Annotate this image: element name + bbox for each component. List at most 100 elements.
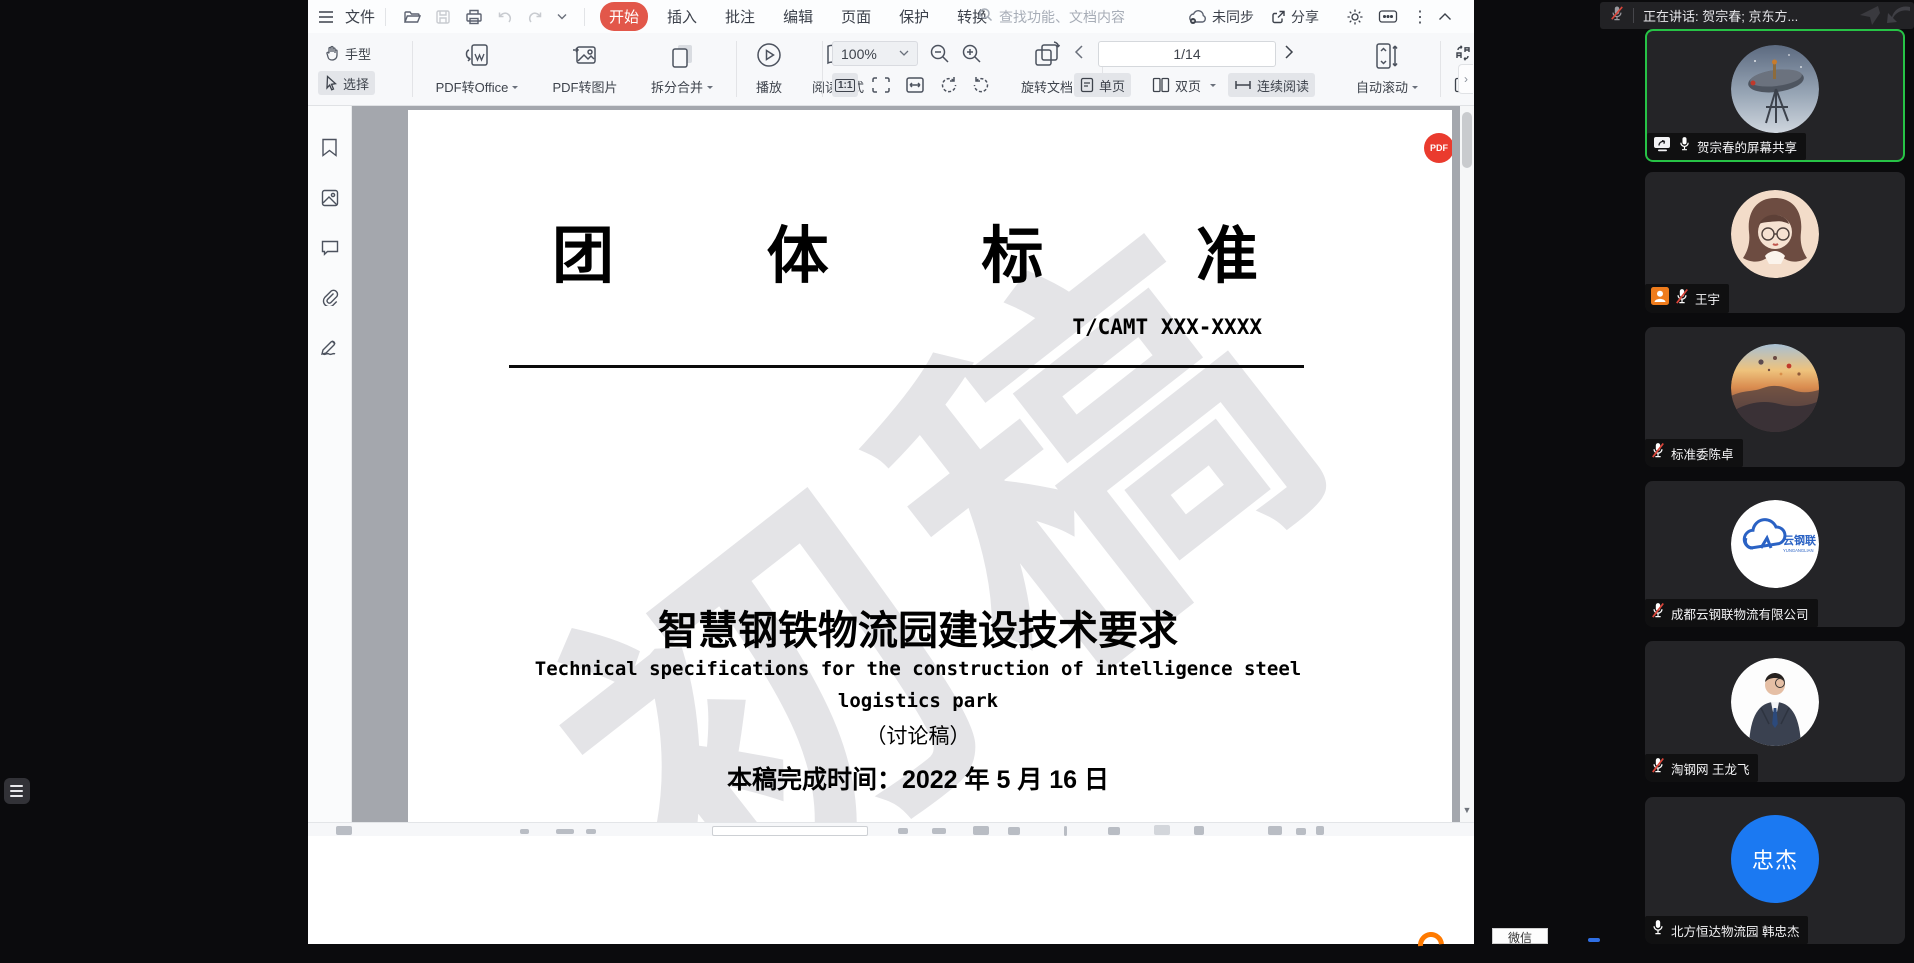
bottom-search-fragment <box>712 826 868 836</box>
divider <box>1633 8 1634 23</box>
auto-scroll-button[interactable]: 自动滚动 <box>1342 37 1432 101</box>
hand-tool-button[interactable]: 手型 <box>318 41 377 65</box>
select-tool-button[interactable]: 选择 <box>318 71 375 95</box>
pdf-to-image-button[interactable]: PDF转图片 <box>542 37 628 101</box>
scrollbar-down-arrow[interactable]: ▼ <box>1462 804 1472 816</box>
tab-home[interactable]: 开始 <box>600 2 648 31</box>
undo-icon[interactable] <box>497 10 513 24</box>
search-icon <box>978 7 993 27</box>
search-input[interactable] <box>999 9 1159 25</box>
word-translate-button[interactable]: 划词 <box>1448 41 1474 65</box>
attachment-icon[interactable] <box>320 288 339 311</box>
continuous-reading-button[interactable]: 连续阅读 <box>1228 73 1315 97</box>
standard-number: T/CAMT XXX-XXXX <box>408 315 1452 339</box>
feedback-comment-icon[interactable] <box>1378 0 1398 33</box>
participant-tile[interactable]: 忠杰 北方恒达物流园 韩忠杰 <box>1645 797 1905 944</box>
svg-text:YUNGANGLIAN: YUNGANGLIAN <box>1783 548 1813 553</box>
actual-size-button[interactable]: 1:1 <box>832 73 858 97</box>
next-page-button[interactable] <box>1284 45 1294 64</box>
collapse-toolbar-icon[interactable] <box>1438 0 1452 33</box>
tab-comment[interactable]: 批注 <box>716 2 764 31</box>
participant-name: 贺宗春的屏幕共享 <box>1697 137 1797 156</box>
pdf-to-image-icon <box>569 40 601 72</box>
app-bottom-bar <box>308 822 1474 836</box>
double-page-button[interactable]: 双页 <box>1146 73 1222 97</box>
prev-page-button[interactable] <box>1074 45 1084 64</box>
more-menu-icon[interactable]: ⋮ <box>1412 0 1428 33</box>
sync-status[interactable]: 未同步 <box>1188 0 1254 33</box>
settings-gear-icon[interactable] <box>1346 0 1364 33</box>
share-label: 分享 <box>1291 7 1319 27</box>
rotate-left-icon[interactable] <box>936 73 962 97</box>
page-indicator-input[interactable] <box>1098 41 1276 67</box>
taskbar-list-icon[interactable] <box>4 778 30 804</box>
mic-muted-icon <box>1651 602 1665 624</box>
zoom-level-select[interactable]: 100% <box>832 41 918 66</box>
print-icon[interactable] <box>465 9 483 25</box>
svg-text:云钢联: 云钢联 <box>1783 533 1816 547</box>
header-rule <box>509 365 1304 368</box>
participant-name-bar: 贺宗春的屏幕共享 <box>1647 133 1806 160</box>
tab-protect[interactable]: 保护 <box>890 2 938 31</box>
avatar <box>1731 658 1819 746</box>
mic-on-icon <box>1678 136 1691 157</box>
single-page-button[interactable]: 单页 <box>1074 73 1131 97</box>
participant-tile[interactable]: 淘钢网 王龙飞 <box>1645 641 1905 782</box>
zoom-in-button[interactable] <box>958 42 986 66</box>
save-icon[interactable] <box>435 9 451 25</box>
document-subtitle-en-2: logistics park <box>408 690 1428 712</box>
scrollbar-thumb[interactable] <box>1462 112 1472 168</box>
participant-tile[interactable]: 标准委陈卓 <box>1645 327 1905 467</box>
play-button[interactable]: 播放 <box>746 37 792 101</box>
avatar <box>1731 190 1819 278</box>
pdf-to-office-icon <box>461 40 493 72</box>
participant-tile[interactable]: 云钢联 YUNGANGLIAN 成都云钢联物流有限公司 <box>1645 481 1905 627</box>
tab-insert[interactable]: 插入 <box>658 2 706 31</box>
participant-name-bar: 标准委陈卓 <box>1645 439 1743 467</box>
split-merge-icon <box>666 40 698 72</box>
more-commands-chevron-icon[interactable] <box>557 13 567 21</box>
ribbon-expand-button[interactable]: › <box>1458 64 1473 94</box>
bookmarks-icon[interactable] <box>321 138 338 162</box>
avatar: 云钢联 YUNGANGLIAN <box>1731 500 1819 588</box>
hand-icon <box>327 47 337 61</box>
tab-page[interactable]: 页面 <box>832 2 880 31</box>
search-input-wrap <box>978 4 1178 29</box>
mic-muted-icon[interactable] <box>1610 5 1624 27</box>
participant-name: 标准委陈卓 <box>1671 444 1734 463</box>
avatar: 忠杰 <box>1731 815 1819 903</box>
banner-arrows[interactable] <box>1852 3 1912 27</box>
open-folder-icon[interactable] <box>403 9 421 25</box>
participant-tile[interactable]: 王宇 <box>1645 172 1905 313</box>
participant-name-bar: 成都云钢联物流有限公司 <box>1645 599 1818 627</box>
menu-bar: 文件 开始 插入 批注 编辑 页面 保护 转换 <box>308 0 1474 33</box>
vertical-scrollbar[interactable]: ▼ <box>1460 106 1474 822</box>
pdf-app-window: 文件 开始 插入 批注 编辑 页面 保护 转换 <box>308 0 1474 944</box>
avatar <box>1731 344 1819 432</box>
comments-icon[interactable] <box>321 239 339 261</box>
document-subtitle-en: Technical specifications for the constru… <box>408 658 1428 680</box>
fit-width-button[interactable] <box>902 73 928 97</box>
redo-icon[interactable] <box>527 10 543 24</box>
signature-icon[interactable] <box>320 338 340 361</box>
zoom-out-button[interactable] <box>926 42 954 66</box>
play-icon <box>754 40 784 70</box>
pdf-to-office-button[interactable]: PDF转Office <box>420 37 534 101</box>
hamburger-icon[interactable] <box>318 10 334 24</box>
participant-name: 王宇 <box>1695 289 1720 308</box>
mic-muted-icon <box>1651 757 1665 779</box>
fit-page-button[interactable] <box>868 73 894 97</box>
translate-swap-icon <box>1454 45 1472 61</box>
images-icon[interactable] <box>321 189 339 212</box>
tab-edit[interactable]: 编辑 <box>774 2 822 31</box>
file-menu[interactable]: 文件 <box>345 6 375 27</box>
ribbon-toolbar: 手型 选择 PDF转Office PDF转图片 拆分合并 播放 <box>308 33 1474 106</box>
share-button[interactable]: 分享 <box>1270 0 1319 33</box>
pdf-badge[interactable]: PDF <box>1424 133 1452 163</box>
participant-tile[interactable]: 贺宗春的屏幕共享 <box>1645 29 1905 162</box>
presenter-badge-icon <box>1651 287 1669 310</box>
rotate-right-icon[interactable] <box>968 73 994 97</box>
split-merge-button[interactable]: 拆分合并 <box>636 37 728 101</box>
divider <box>584 8 585 26</box>
mic-muted-icon <box>1675 288 1689 310</box>
